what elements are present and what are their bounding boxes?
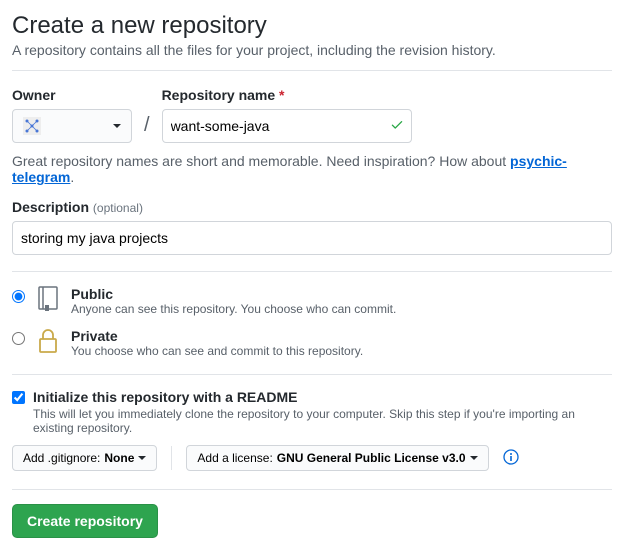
divider (12, 70, 612, 71)
add-gitignore-button[interactable]: Add .gitignore: None (12, 445, 157, 471)
owner-label: Owner (12, 87, 132, 103)
divider (12, 374, 612, 375)
divider (171, 446, 172, 470)
page-title: Create a new repository (12, 12, 612, 40)
initialize-desc: This will let you immediately clone the … (33, 407, 612, 435)
add-license-button[interactable]: Add a license: GNU General Public Licens… (186, 445, 488, 471)
info-icon[interactable] (503, 449, 519, 468)
lock-icon (35, 328, 61, 354)
visibility-private-radio[interactable] (12, 332, 25, 345)
owner-repo-slash: / (142, 114, 152, 143)
repo-name-hint: Great repository names are short and mem… (12, 153, 612, 185)
caret-down-icon (138, 456, 146, 460)
check-icon (390, 118, 404, 135)
caret-down-icon (470, 456, 478, 460)
owner-avatar-icon (23, 117, 41, 135)
caret-down-icon (113, 124, 121, 128)
private-desc: You choose who can see and commit to thi… (71, 344, 363, 358)
owner-select[interactable] (12, 109, 132, 143)
private-title: Private (71, 328, 363, 344)
divider (12, 489, 612, 490)
initialize-title: Initialize this repository with a README (33, 389, 612, 405)
divider (12, 271, 612, 272)
description-input[interactable] (12, 221, 612, 255)
page-subtitle: A repository contains all the files for … (12, 42, 612, 58)
visibility-public-radio[interactable] (12, 290, 25, 303)
repo-icon (35, 286, 61, 312)
create-repository-button[interactable]: Create repository (12, 504, 158, 538)
initialize-readme-checkbox[interactable] (12, 391, 25, 404)
description-label: Description (optional) (12, 199, 612, 215)
public-desc: Anyone can see this repository. You choo… (71, 302, 396, 316)
repo-name-input[interactable] (162, 109, 412, 143)
public-title: Public (71, 286, 396, 302)
repo-name-label: Repository name * (162, 87, 412, 103)
